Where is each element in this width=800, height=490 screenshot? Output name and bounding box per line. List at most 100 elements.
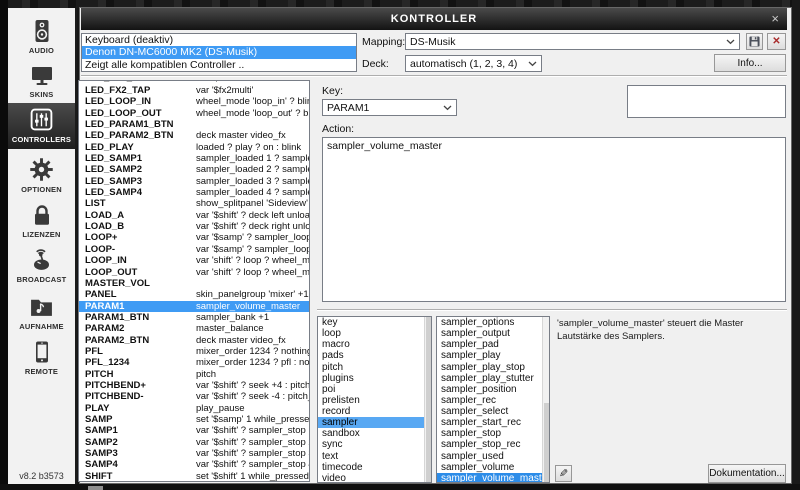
sidebar-item-skins[interactable]: SKINS xyxy=(8,58,75,99)
action-list-item[interactable]: sampler_volume xyxy=(437,462,549,473)
action-textarea[interactable]: sampler_volume_master xyxy=(322,137,786,302)
category-list-item[interactable]: key xyxy=(318,317,431,328)
key-binding-row[interactable]: PARAM2_BTNdeck master video_fx xyxy=(79,335,309,346)
scrollbar-thumb[interactable] xyxy=(544,403,549,482)
sidebar-item-remote[interactable]: REMOTE xyxy=(8,335,75,376)
key-binding-row[interactable]: LOOP_OUTvar 'shift' ? loop ? wheel_mc xyxy=(79,267,309,278)
key-binding-row[interactable]: LOOP_INvar 'shift' ? loop ? wheel_mc xyxy=(79,255,309,266)
key-binding-row[interactable]: SAMP2var '$shift' ? sampler_stop 2 xyxy=(79,437,309,448)
key-binding-row[interactable]: PITCHBEND-var '$shift' ? seek -4 : pitch… xyxy=(79,391,309,402)
action-list-item[interactable]: sampler_play_stop xyxy=(437,362,549,373)
category-list-item[interactable]: sync xyxy=(318,439,431,450)
key-binding-row[interactable]: MASTER_VOL xyxy=(79,278,309,289)
key-binding-row[interactable]: PARAM2master_balance xyxy=(79,323,309,334)
key-binding-row[interactable]: LED_PARAM2_BTNdeck master video_fx xyxy=(79,130,309,141)
action-list-item[interactable]: sampler_start_rec xyxy=(437,417,549,428)
category-list-item[interactable]: pads xyxy=(318,350,431,361)
category-list-item[interactable]: timecode xyxy=(318,462,431,473)
key-binding-row[interactable]: LISTshow_splitpanel 'Sideview' xyxy=(79,198,309,209)
controller-list[interactable]: Keyboard (deaktiv)Denon DN-MC6000 MK2 (D… xyxy=(81,33,357,72)
category-list-item[interactable]: record xyxy=(318,406,431,417)
action-list-item[interactable]: sampler_position xyxy=(437,384,549,395)
category-list-item[interactable]: video xyxy=(318,473,431,483)
sidebar-item-audio[interactable]: AUDIO xyxy=(8,14,75,55)
key-bindings-list[interactable]: LED_FX2_SELvar '$fx2LED_FX2_TAPvar '$fx2… xyxy=(78,80,310,482)
category-list-item[interactable]: prelisten xyxy=(318,395,431,406)
key-binding-row[interactable]: LED_LOOP_INwheel_mode 'loop_in' ? blin xyxy=(79,96,309,107)
key-binding-row[interactable]: SAMP1var '$shift' ? sampler_stop 1 xyxy=(79,425,309,436)
key-binding-row[interactable]: PITCHpitch xyxy=(79,369,309,380)
action-list-item[interactable]: sampler_pad xyxy=(437,339,549,350)
category-list-item[interactable]: pitch xyxy=(318,362,431,373)
key-learn-box[interactable] xyxy=(627,85,786,118)
key-binding-row[interactable]: PFLmixer_order 1234 ? nothing xyxy=(79,346,309,357)
key-binding-row[interactable]: LOOP-var '$samp' ? sampler_loop xyxy=(79,244,309,255)
delete-mapping-button[interactable]: ✕ xyxy=(767,33,786,50)
action-list-item[interactable]: sampler_play_stutter xyxy=(437,373,549,384)
sidebar-item-aufnahme[interactable]: AUFNAHME xyxy=(8,290,75,331)
key-binding-row[interactable]: LOAD_Avar '$shift' ? deck left unload xyxy=(79,210,309,221)
action-label: Action: xyxy=(322,123,354,135)
mapping-combobox[interactable]: DS-Musik xyxy=(405,33,740,50)
documentation-button[interactable]: Dokumentation... xyxy=(708,464,786,483)
scrollbar[interactable] xyxy=(542,317,549,482)
key-binding-action: sampler_loaded 4 ? sample xyxy=(196,187,309,198)
action-list-item[interactable]: sampler_play xyxy=(437,350,549,361)
action-list-item[interactable]: sampler_stop xyxy=(437,428,549,439)
category-list-item[interactable]: loop xyxy=(318,328,431,339)
key-binding-key: PANEL xyxy=(85,289,117,300)
key-binding-row[interactable]: PFL_1234mixer_order 1234 ? pfl : notl xyxy=(79,357,309,368)
category-list-item[interactable]: macro xyxy=(318,339,431,350)
key-binding-row[interactable]: PITCHBEND+var '$shift' ? seek +4 : pitch… xyxy=(79,380,309,391)
key-binding-row[interactable]: LED_SAMP1sampler_loaded 1 ? sample xyxy=(79,153,309,164)
key-binding-key: SAMP3 xyxy=(85,448,118,459)
action-list-item[interactable]: sampler_volume_master xyxy=(437,473,549,483)
category-list-item[interactable]: poi xyxy=(318,384,431,395)
key-binding-row[interactable]: LOAD_Bvar '$shift' ? deck right unloa xyxy=(79,221,309,232)
speaker-icon xyxy=(8,17,75,44)
key-binding-row[interactable]: LED_LOOP_OUTwheel_mode 'loop_out' ? bli xyxy=(79,108,309,119)
action-list-item[interactable]: sampler_options xyxy=(437,317,549,328)
sidebar-item-controllers[interactable]: CONTROLLERS xyxy=(8,103,75,149)
close-icon[interactable]: × xyxy=(771,11,779,26)
action-list-item[interactable]: sampler_used xyxy=(437,451,549,462)
key-binding-row[interactable]: LED_SAMP2sampler_loaded 2 ? sample xyxy=(79,164,309,175)
key-binding-row[interactable]: LOOP+var '$samp' ? sampler_loop xyxy=(79,232,309,243)
key-binding-row[interactable]: LED_SAMP3sampler_loaded 3 ? sample xyxy=(79,176,309,187)
key-binding-row[interactable]: PANELskin_panelgroup 'mixer' +1 xyxy=(79,289,309,300)
controller-list-item[interactable]: Zeigt alle kompatiblen Controller .. xyxy=(82,59,356,71)
key-binding-row[interactable]: LED_FX2_TAPvar '$fx2multi' xyxy=(79,85,309,96)
controller-list-item[interactable]: Denon DN-MC6000 MK2 (DS-Musik) xyxy=(82,46,356,58)
edit-action-button[interactable]: ✎ xyxy=(555,465,572,482)
scrollbar[interactable] xyxy=(424,317,431,482)
action-category-list[interactable]: keyloopmacropadspitchpluginspoiprelisten… xyxy=(317,316,432,483)
controller-list-item[interactable]: Keyboard (deaktiv) xyxy=(82,34,356,46)
scrollbar-thumb[interactable] xyxy=(426,317,431,482)
category-list-item[interactable]: text xyxy=(318,451,431,462)
category-list-item[interactable]: sampler xyxy=(318,417,431,428)
category-list-item[interactable]: plugins xyxy=(318,373,431,384)
key-combobox[interactable]: PARAM1 xyxy=(322,99,457,116)
sidebar-item-broadcast[interactable]: BROADCAST xyxy=(8,243,75,284)
key-binding-row[interactable]: SAMPset '$samp' 1 while_presse xyxy=(79,414,309,425)
action-list-item[interactable]: sampler_stop_rec xyxy=(437,439,549,450)
action-name-list[interactable]: sampler_optionssampler_outputsampler_pad… xyxy=(436,316,550,483)
key-binding-row[interactable]: SAMP3var '$shift' ? sampler_stop 3 xyxy=(79,448,309,459)
save-mapping-button[interactable] xyxy=(746,33,763,50)
deck-combobox[interactable]: automatisch (1, 2, 3, 4) xyxy=(405,55,542,72)
key-binding-row[interactable]: LED_PLAYloaded ? play ? on : blink xyxy=(79,142,309,153)
action-list-item[interactable]: sampler_output xyxy=(437,328,549,339)
key-binding-row[interactable]: PLAYplay_pause xyxy=(79,403,309,414)
key-binding-row[interactable]: SHIFTset '$shift' 1 while_pressed xyxy=(79,471,309,482)
sidebar-item-lizenzen[interactable]: LIZENZEN xyxy=(8,198,75,239)
sidebar-item-optionen[interactable]: OPTIONEN xyxy=(8,153,75,194)
key-binding-row[interactable]: PARAM1_BTNsampler_bank +1 xyxy=(79,312,309,323)
action-list-item[interactable]: sampler_rec xyxy=(437,395,549,406)
key-binding-row[interactable]: LED_PARAM1_BTN xyxy=(79,119,309,130)
key-binding-row[interactable]: SAMP4var '$shift' ? sampler_stop 4 xyxy=(79,459,309,470)
info-button[interactable]: Info... xyxy=(714,54,786,72)
key-binding-row[interactable]: PARAM1sampler_volume_master xyxy=(79,301,309,312)
action-list-item[interactable]: sampler_select xyxy=(437,406,549,417)
key-binding-row[interactable]: LED_SAMP4sampler_loaded 4 ? sample xyxy=(79,187,309,198)
category-list-item[interactable]: sandbox xyxy=(318,428,431,439)
